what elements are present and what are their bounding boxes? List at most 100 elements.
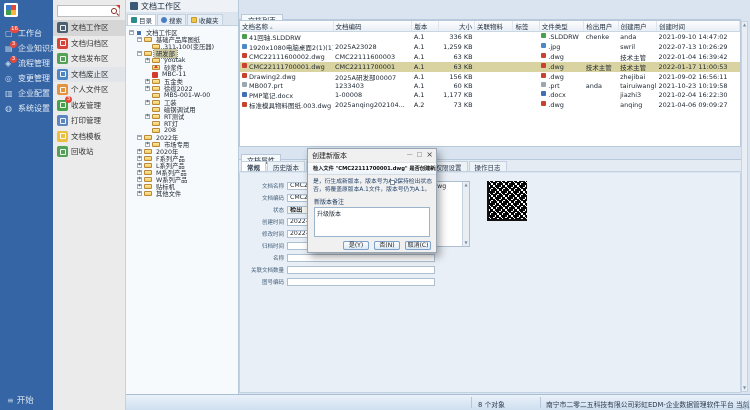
column-header[interactable]: 文档名称▵ xyxy=(240,21,333,32)
expand-toggle[interactable]: − xyxy=(137,51,142,56)
close-icon[interactable]: × xyxy=(426,150,433,159)
sidebar-item[interactable]: ▢工作台16 xyxy=(0,26,53,41)
expand-toggle[interactable]: + xyxy=(145,142,150,147)
column-header[interactable]: 标签 xyxy=(513,21,539,32)
form-row: 关联文档数量 xyxy=(244,265,740,274)
column-header[interactable]: 大小 xyxy=(438,21,474,32)
tree-tab[interactable]: 搜索 xyxy=(157,14,186,25)
nav-item[interactable]: 文档归档区 xyxy=(53,36,125,52)
expand-toggle[interactable]: + xyxy=(137,170,142,175)
cancel-button[interactable]: 取消(C) xyxy=(405,241,431,250)
column-header[interactable]: 创建用户 xyxy=(618,21,656,32)
tree-node[interactable]: −研发部 xyxy=(126,50,238,57)
column-header[interactable]: 关联物料 xyxy=(475,21,513,32)
field-input[interactable] xyxy=(287,266,435,274)
tree-node[interactable]: +徐缆2022 xyxy=(126,85,238,92)
sidebar-item[interactable]: ◍系统设置 xyxy=(0,101,53,116)
folder-icon xyxy=(152,128,160,133)
table-row[interactable]: 1920x1080电脑桌面2(1)(1).jpg2025A23028A.11,2… xyxy=(240,42,740,52)
recycle-bin-icon xyxy=(57,146,68,157)
expand-toggle[interactable]: − xyxy=(137,37,142,42)
column-header[interactable]: 文档编码 xyxy=(333,21,412,32)
table-row[interactable]: 41回轴.SLDDRWA.1336 KB.SLDDRWchenkeanda202… xyxy=(240,32,740,43)
minimize-icon[interactable]: — xyxy=(407,151,413,158)
tree-tab[interactable]: 收藏夹 xyxy=(187,14,223,25)
sidebar-item[interactable]: ◈流程管理3 xyxy=(0,56,53,71)
expand-toggle[interactable]: − xyxy=(137,135,142,140)
tree-node[interactable]: 311-100(变压器) xyxy=(126,43,238,50)
nav-item-label: 个人文件区 xyxy=(71,84,109,95)
column-header[interactable]: 版本 xyxy=(412,21,438,32)
search-icon[interactable] xyxy=(110,7,119,16)
expand-toggle[interactable]: + xyxy=(137,149,142,154)
nav-item-label: 文档发布区 xyxy=(71,53,109,64)
table-row[interactable]: CMC22111600002.dwgCMC22111600003A.163 KB… xyxy=(240,52,740,62)
table-row[interactable]: Drawing2.dwg2025A研发部00007A.1156 KB.dwgzh… xyxy=(240,72,740,82)
expand-toggle[interactable]: + xyxy=(137,163,142,168)
folder-icon xyxy=(144,135,152,140)
tree-node[interactable]: MBS-001-W-00 xyxy=(126,92,238,99)
column-header[interactable]: 检出用户 xyxy=(584,21,618,32)
no-button[interactable]: 否(N) xyxy=(374,241,400,250)
nav-item[interactable]: 打印管理 xyxy=(53,113,125,129)
search-input[interactable] xyxy=(58,7,110,15)
properties-tab[interactable]: 操作日志 xyxy=(469,161,507,171)
tree-node[interactable]: RT灯 xyxy=(126,120,238,127)
expand-toggle[interactable]: + xyxy=(145,114,150,119)
expand-toggle[interactable]: + xyxy=(137,191,142,196)
notification-badge: 3 xyxy=(10,41,17,48)
tree-node[interactable]: 砂浆件 xyxy=(126,64,238,71)
maximize-icon[interactable]: □ xyxy=(417,151,423,158)
attachment-scrollbar[interactable]: ▲▼ xyxy=(462,182,469,246)
table-row[interactable]: CMC22111700001.dwgCMC22111700001A.163 KB… xyxy=(240,62,740,72)
platform-info: 南宁市二零二五科技有限公司彩虹EDM-企业数据管理软件平台 当前用户:技术主管 … xyxy=(546,399,750,409)
expand-toggle[interactable]: + xyxy=(137,184,142,189)
column-header[interactable]: 文件类型 xyxy=(539,21,583,32)
dialog-title: 创建新版本 xyxy=(312,151,347,161)
nav-item[interactable]: 文档废止区 xyxy=(53,67,125,83)
nav-item[interactable]: 文档模板 xyxy=(53,129,125,145)
expand-toggle[interactable]: + xyxy=(145,79,150,84)
expand-toggle[interactable]: + xyxy=(145,100,150,105)
tree-node[interactable]: 208 xyxy=(126,127,238,134)
sidebar-item[interactable]: ▥企业配置 xyxy=(0,86,53,101)
keep-checkout-option[interactable]: 保持检出状态 xyxy=(390,178,432,186)
column-header[interactable]: 创建时间 xyxy=(657,21,740,32)
sidebar-item[interactable]: ▤企业知识库3 xyxy=(0,41,53,56)
expand-toggle[interactable]: + xyxy=(137,177,142,182)
remark-textarea[interactable]: 升级版本 xyxy=(314,207,430,237)
table-row[interactable]: MB007.prt1233403A.160 KB.prtandatairuiwa… xyxy=(240,82,740,90)
folder-icon xyxy=(152,93,160,98)
tree-node[interactable]: +RT测试 xyxy=(126,113,238,120)
field-input[interactable] xyxy=(287,254,435,262)
nav-item[interactable]: 文档工作区 xyxy=(53,20,125,36)
print-icon xyxy=(57,115,68,126)
yes-button[interactable]: 是(Y) xyxy=(343,241,369,250)
properties-tab[interactable]: 历史版本 xyxy=(267,161,305,171)
nav-item[interactable]: 3收发管理 xyxy=(53,98,125,114)
nav-item[interactable]: 文档发布区 xyxy=(53,51,125,67)
notification-badge: 3 xyxy=(10,56,17,63)
keep-checkout-checkbox[interactable] xyxy=(390,180,395,185)
tree-node[interactable]: +市场专用 xyxy=(126,141,238,148)
config-icon: ▥ xyxy=(5,89,15,98)
table-row[interactable]: PMP笔记.docx1-00008A.11,177 KB.docxjiazhi3… xyxy=(240,90,740,100)
tree-node[interactable]: +W系列产品 xyxy=(126,176,238,183)
start-button[interactable]: ≡ 开始 xyxy=(7,394,34,406)
table-row[interactable]: 标准模具物料图纸.003.dwg2025anqing202104...A.273… xyxy=(240,100,740,110)
nav-item[interactable]: 回收站 xyxy=(53,144,125,160)
main-scrollbar[interactable]: ▲▼ xyxy=(741,21,748,392)
properties-tab[interactable]: 常规 xyxy=(241,161,266,171)
tree-node[interactable]: +其他文件 xyxy=(126,190,238,197)
nav-item[interactable]: 个人文件区 xyxy=(53,82,125,98)
expand-toggle[interactable]: + xyxy=(145,58,150,63)
expand-toggle[interactable]: + xyxy=(137,156,142,161)
expand-toggle[interactable]: + xyxy=(145,86,150,91)
sidebar-item[interactable]: ◎变更管理 xyxy=(0,71,53,86)
change-icon: ◎ xyxy=(5,74,15,83)
tree-tab[interactable]: 目录 xyxy=(127,14,156,25)
resize-grip[interactable] xyxy=(740,400,749,409)
field-label: 修改时间 xyxy=(244,230,284,238)
expand-toggle[interactable]: − xyxy=(129,30,134,35)
field-input[interactable] xyxy=(287,278,435,286)
